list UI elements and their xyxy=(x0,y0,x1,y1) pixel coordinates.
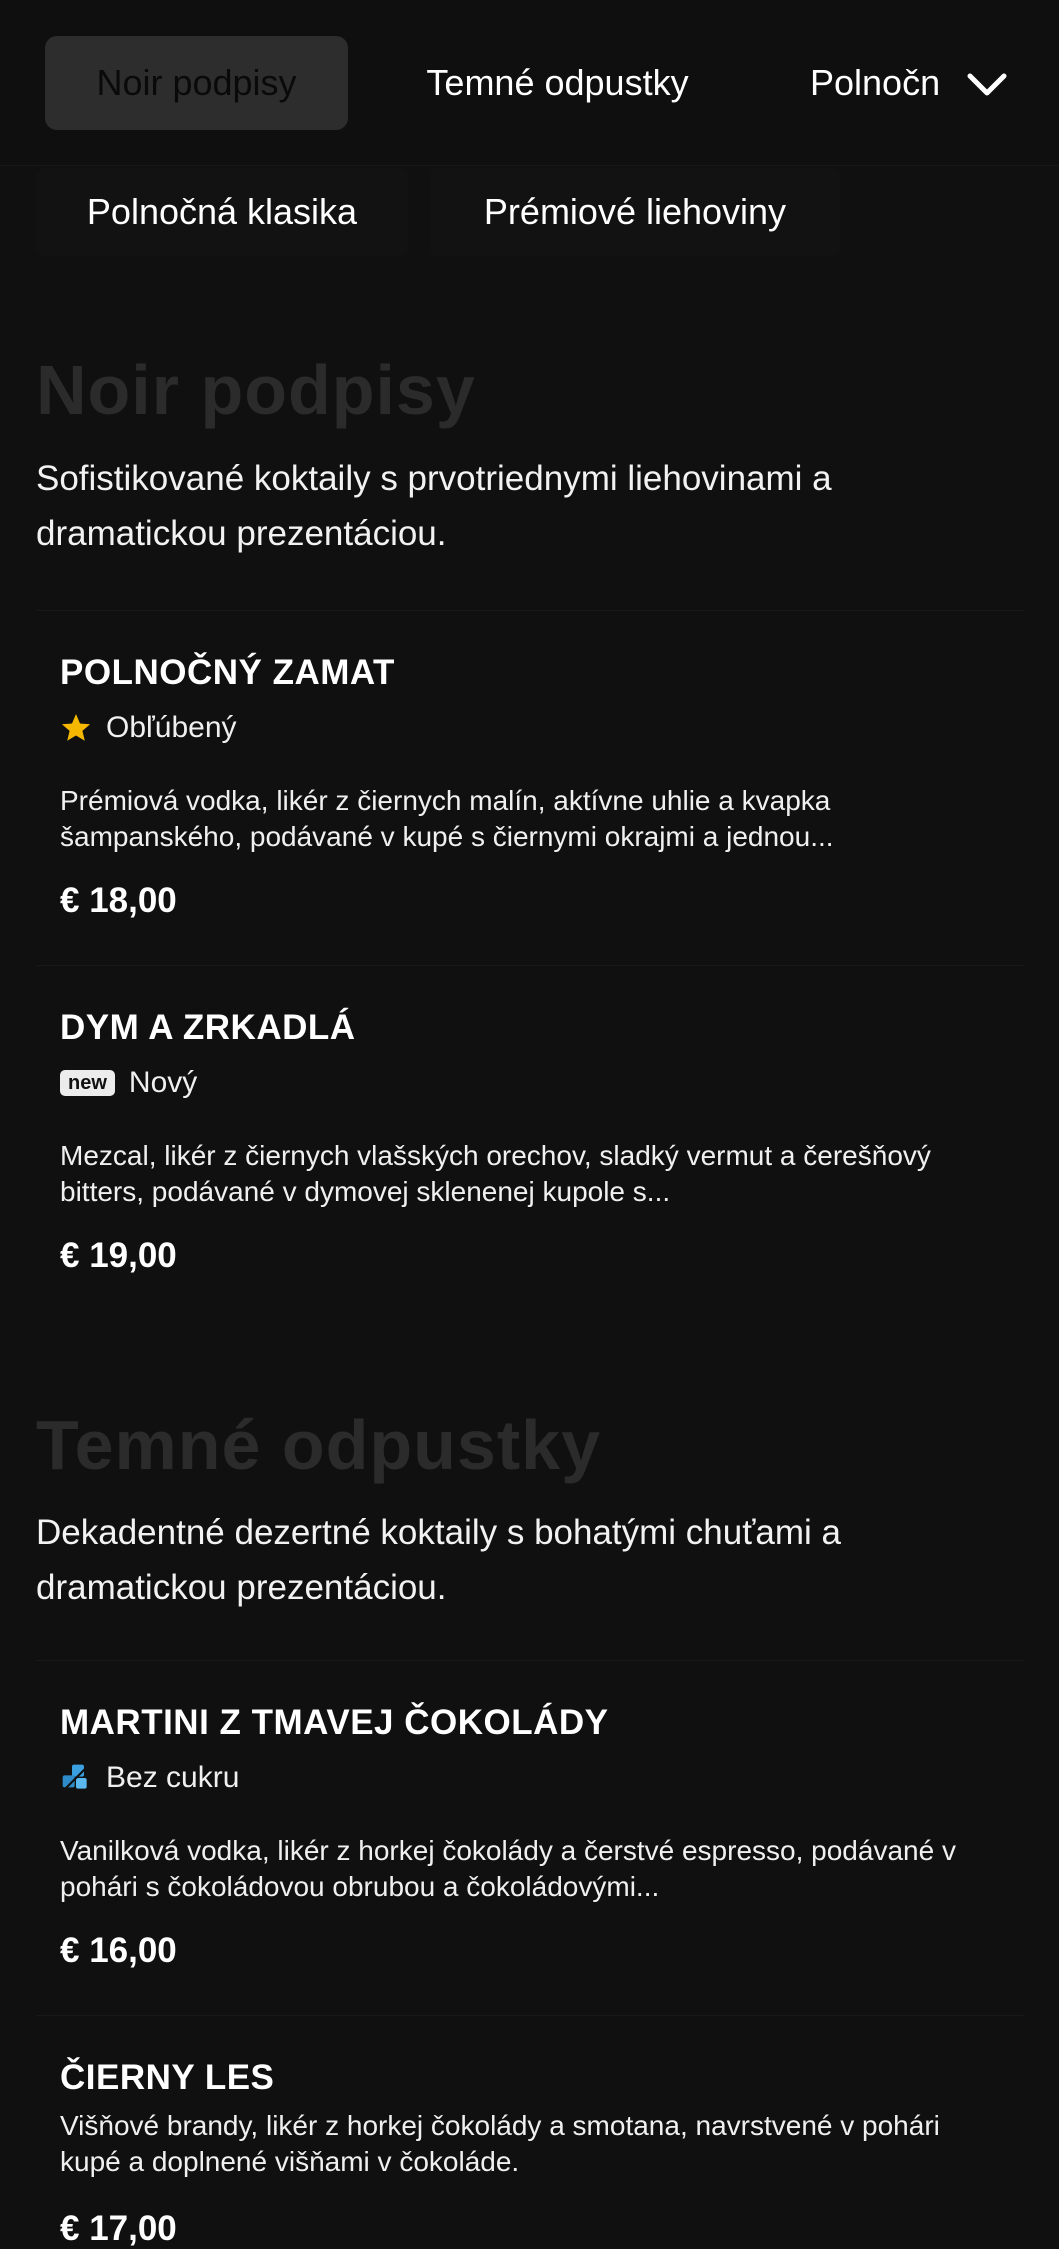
tab-label: Temné odpustky xyxy=(426,62,689,103)
section-title: Noir podpisy xyxy=(36,351,476,429)
section-title: Temné odpustky xyxy=(36,1406,602,1484)
item-price: € 19,00 xyxy=(60,1236,177,1275)
tab-label: Polnočná klasika xyxy=(810,62,940,103)
item-name: DYM A ZRKADLÁ xyxy=(60,1008,356,1047)
section-description: Sofistikované koktaily s prvotriednymi l… xyxy=(36,459,832,553)
item-price: € 17,00 xyxy=(60,2209,177,2248)
item-tag: new Nový xyxy=(60,1066,197,1100)
tab-noir-podpisy[interactable]: Noir podpisy xyxy=(45,36,348,130)
item-name: POLNOČNÝ ZAMAT xyxy=(60,653,395,692)
menu-item-card[interactable]: DYM A ZRKADLÁ new Nový Mezcal, likér z č… xyxy=(36,965,1024,1320)
new-badge-icon: new xyxy=(60,1070,115,1096)
item-description: Višňové brandy, likér z horkej čokolády … xyxy=(60,2110,940,2177)
tab-polnocna-klasika[interactable]: Polnočná klasika xyxy=(760,36,940,130)
new-badge-label: new xyxy=(60,1070,115,1096)
item-description: Vanilková vodka, likér z horkej čokolády… xyxy=(60,1835,956,1902)
tab-label: Noir podpisy xyxy=(96,62,297,103)
item-tag: Obľúbený xyxy=(60,711,237,745)
subtab-label: Polnočná klasika xyxy=(86,191,358,232)
item-name: ČIERNY LES xyxy=(60,2058,275,2097)
section-description: Dekadentné dezertné koktaily s bohatými … xyxy=(36,1513,841,1607)
item-description: Prémiová vodka, likér z čiernych malín, … xyxy=(60,785,834,852)
category-nav: Noir podpisy Temné odpustky Polnočná kla… xyxy=(0,0,1059,166)
subtab-label: Prémiové liehoviny xyxy=(483,191,787,232)
item-price: € 18,00 xyxy=(60,881,177,920)
tag-label: Obľúbený xyxy=(106,711,237,744)
item-price: € 16,00 xyxy=(60,1931,177,1970)
sugar-free-icon xyxy=(60,1762,92,1794)
menu-item-card[interactable]: MARTINI Z TMAVEJ ČOKOLÁDY Bez cukru Vani… xyxy=(36,1660,1024,2015)
menu-item-card[interactable]: POLNOČNÝ ZAMAT Obľúbený Prémiová vodka, … xyxy=(36,610,1024,965)
chevron-down-icon[interactable] xyxy=(962,60,1012,110)
tag-label: Nový xyxy=(128,1066,198,1099)
item-tag: Bez cukru xyxy=(60,1761,239,1795)
star-icon xyxy=(60,712,92,744)
menu-item-card[interactable]: ČIERNY LES Višňové brandy, likér z horke… xyxy=(36,2015,1024,2248)
subtab-polnocna-klasika[interactable]: Polnočná klasika xyxy=(36,168,408,256)
item-description: Mezcal, likér z čiernych vlašských orech… xyxy=(60,1140,931,1207)
tag-label: Bez cukru xyxy=(106,1761,240,1794)
item-name: MARTINI Z TMAVEJ ČOKOLÁDY xyxy=(60,1703,609,1742)
subtab-premiove-liehoviny[interactable]: Prémiové liehoviny xyxy=(430,168,840,256)
tab-temne-odpustky[interactable]: Temné odpustky xyxy=(380,36,735,130)
